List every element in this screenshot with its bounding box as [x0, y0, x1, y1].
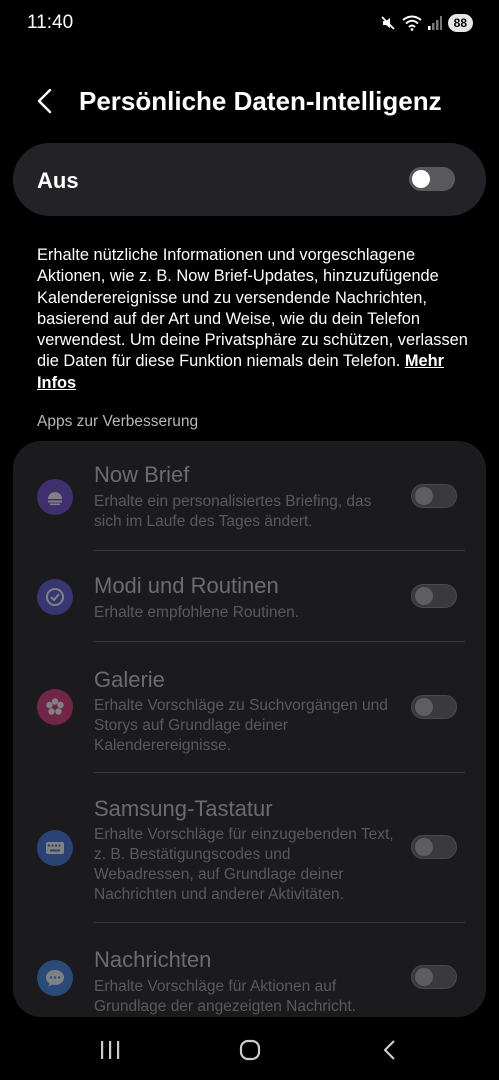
app-title: Galerie: [94, 667, 165, 692]
status-bar: 11:40 88: [0, 0, 499, 46]
app-subtitle: Erhalte Vorschläge für Aktionen auf Grun…: [94, 978, 356, 1015]
nav-back-button[interactable]: [370, 1035, 410, 1065]
now-brief-toggle[interactable]: [411, 484, 457, 508]
keyboard-icon: [37, 830, 73, 866]
modes-routines-toggle[interactable]: [411, 584, 457, 608]
gallery-toggle[interactable]: [411, 695, 457, 719]
app-row-messages[interactable]: Nachrichten Erhalte Vorschläge für Aktio…: [13, 923, 486, 1017]
chevron-left-icon: [37, 88, 52, 114]
samsung-keyboard-toggle[interactable]: [411, 835, 457, 859]
page-title: Persönliche Daten-Intelligenz: [79, 86, 442, 116]
app-subtitle: Erhalte Vorschläge zu Suchvorgängen und …: [94, 697, 388, 754]
master-switch-label: Aus: [37, 168, 79, 193]
description-text: Erhalte nützliche Informationen und vorg…: [37, 246, 468, 371]
now-brief-icon: [37, 479, 73, 515]
app-title: Now Brief: [94, 462, 190, 487]
master-switch-row[interactable]: Aus: [13, 143, 486, 216]
recents-icon: [101, 1041, 120, 1059]
app-row-gallery[interactable]: Galerie Erhalte Vorschläge zu Suchvorgän…: [13, 642, 486, 772]
messages-toggle[interactable]: [411, 965, 457, 989]
toggle-knob: [414, 698, 433, 716]
app-row-modes-routines[interactable]: Modi und Routinen Erhalte empfohlene Rou…: [13, 551, 486, 642]
toggle-knob: [414, 838, 433, 856]
app-title: Nachrichten: [94, 947, 212, 972]
app-row-now-brief[interactable]: Now Brief Erhalte ein personalisiertes B…: [13, 441, 486, 551]
back-icon: [383, 1040, 395, 1060]
battery-icon: 88: [447, 14, 473, 32]
description: Erhalte nützliche Informationen und vorg…: [37, 245, 477, 394]
signal-icon: [427, 16, 442, 30]
home-icon: [239, 1039, 261, 1061]
status-time: 11:40: [27, 12, 74, 33]
apps-card: Now Brief Erhalte ein personalisiertes B…: [13, 441, 486, 1017]
master-toggle[interactable]: [409, 167, 455, 191]
mute-icon: [381, 16, 395, 30]
app-title: Samsung-Tastatur: [94, 796, 273, 821]
toggle-knob: [414, 968, 433, 986]
section-header: Apps zur Verbesserung: [37, 413, 199, 430]
app-subtitle: Erhalte empfohlene Routinen.: [94, 604, 300, 621]
back-button[interactable]: [30, 86, 62, 118]
recents-button[interactable]: [90, 1035, 130, 1065]
header: Persönliche Daten-Intelligenz: [0, 76, 499, 128]
modes-routines-icon: [37, 579, 73, 615]
messages-icon: [37, 960, 73, 996]
status-icons: 88: [380, 13, 473, 33]
toggle-knob: [414, 587, 433, 605]
toggle-knob: [414, 487, 433, 505]
toggle-knob: [412, 170, 430, 188]
app-subtitle: Erhalte ein personalisiertes Briefing, d…: [94, 493, 372, 530]
app-subtitle: Erhalte Vorschläge für einzugebenden Tex…: [94, 826, 394, 903]
home-button[interactable]: [230, 1035, 270, 1065]
app-title: Modi und Routinen: [94, 573, 279, 598]
wifi-icon: [402, 15, 422, 31]
app-row-samsung-keyboard[interactable]: Samsung-Tastatur Erhalte Vorschläge für …: [13, 773, 486, 923]
navigation-bar: [0, 1020, 499, 1080]
gallery-icon: [37, 689, 73, 725]
